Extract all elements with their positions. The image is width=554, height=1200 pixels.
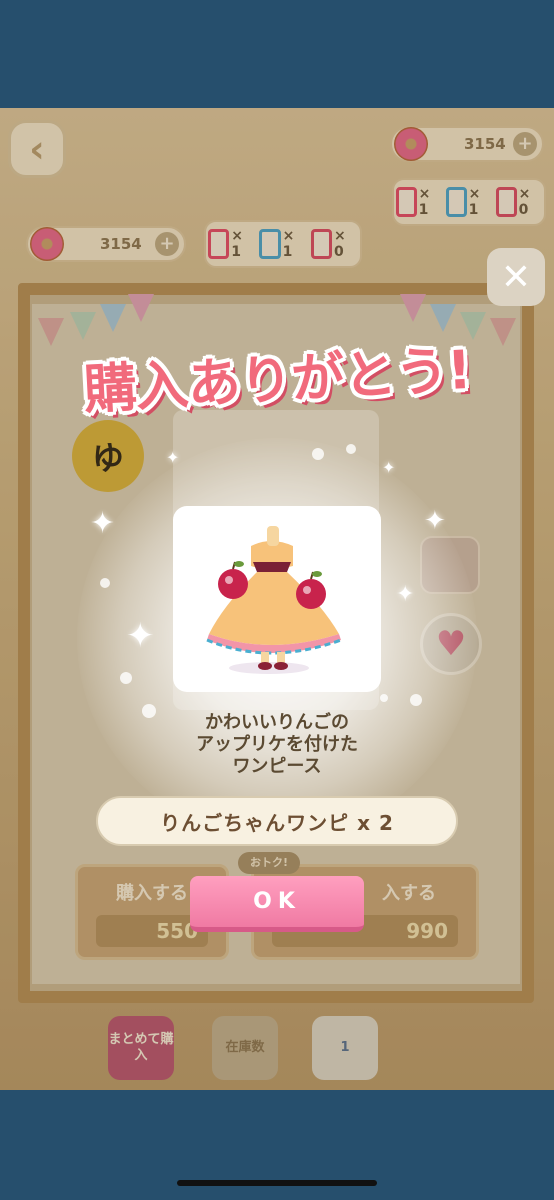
ok-label: OK [253,889,301,914]
sparkle-icon: ✦ [166,448,180,467]
sparkle-dot [410,694,422,706]
description-line: アップリケを付けた [196,734,358,755]
sparkle-icon: ✦ [382,458,396,477]
close-icon: ✕ [500,256,532,298]
game-screen: ‹ 3154 + × 1 × 1 × 0 3154 + × 1 × 1 × 0 … [0,108,554,1090]
sparkle-icon: ✦ [90,506,116,541]
item-name-label: りんごちゃんワンピ x 2 [160,810,394,835]
sparkle-dot [346,444,356,454]
description-line: かわいいりんごの [205,712,349,733]
item-card [173,506,381,692]
sparkle-dot [380,694,388,702]
sparkle-dot [312,448,324,460]
ok-button[interactable]: OK [190,876,364,932]
sparkle-icon: ✦ [126,616,155,656]
close-button[interactable]: ✕ [487,248,545,306]
sparkle-icon: ✦ [396,582,415,607]
apple-dress-icon [206,514,342,674]
item-name-quantity: りんごちゃんワンピ x 2 [96,796,458,846]
sparkle-dot [120,672,132,684]
home-indicator[interactable] [177,1180,377,1186]
sparkle-icon: ✦ [424,506,446,536]
sparkle-dot [100,578,110,588]
item-description: かわいいりんごの アップリケを付けた ワンピース [140,712,414,778]
top-bar [0,0,554,108]
description-line: ワンピース [232,756,322,777]
